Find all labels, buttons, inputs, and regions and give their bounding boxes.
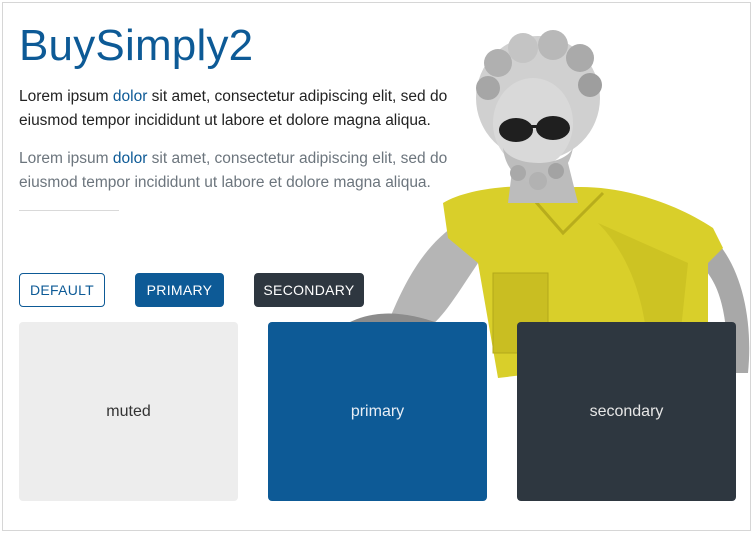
secondary-button[interactable]: SECONDARY bbox=[254, 273, 364, 307]
primary-swatch: primary bbox=[268, 322, 487, 501]
muted-dolor-link[interactable]: dolor bbox=[113, 150, 147, 167]
primary-swatch-label: primary bbox=[350, 402, 405, 420]
muted-swatch-label: muted bbox=[106, 402, 151, 420]
intro-dolor-link[interactable]: dolor bbox=[113, 88, 147, 105]
page-frame: BuySimply2 Lorem ipsum dolor sit amet, c… bbox=[2, 2, 751, 531]
primary-button[interactable]: PRIMARY bbox=[135, 273, 224, 307]
muted-text-start: Lorem ipsum bbox=[19, 150, 113, 167]
page-title: BuySimply2 bbox=[19, 21, 254, 70]
default-button[interactable]: DEFAULT bbox=[19, 273, 105, 307]
secondary-swatch: secondary bbox=[517, 322, 736, 501]
intro-paragraph: Lorem ipsum dolor sit amet, consectetur … bbox=[19, 85, 469, 133]
muted-swatch: muted bbox=[19, 322, 238, 501]
secondary-swatch-label: secondary bbox=[589, 402, 664, 420]
divider bbox=[19, 210, 119, 211]
intro-text-start: Lorem ipsum bbox=[19, 88, 113, 105]
muted-paragraph: Lorem ipsum dolor sit amet, consectetur … bbox=[19, 147, 469, 195]
